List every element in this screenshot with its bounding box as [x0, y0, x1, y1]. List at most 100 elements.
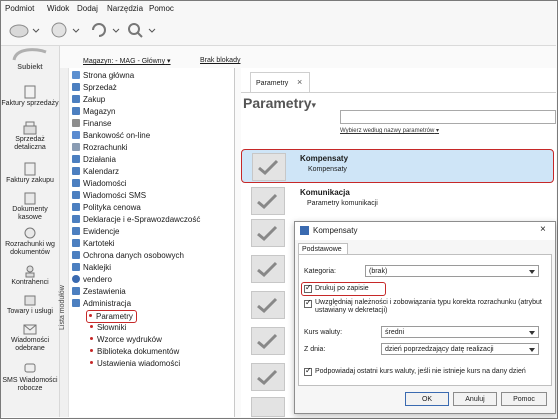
finance-icon: [72, 119, 80, 127]
kompensaty-icon: [252, 153, 286, 181]
save-button[interactable]: [47, 20, 81, 40]
sidebar-item-faktury-zakupu[interactable]: Faktury zakupu: [1, 162, 59, 185]
purchase-tree-icon: [72, 95, 80, 103]
menu-bar: Podmiot Widok Dodaj Narzędzia Pomoc: [1, 1, 556, 15]
rate-select[interactable]: średni: [381, 326, 539, 338]
chevron-down-icon: ▾: [436, 128, 440, 134]
tree-item-polityka-cenowa[interactable]: Polityka cenowa: [72, 202, 141, 213]
sms-icon: [23, 362, 37, 376]
param-card-komunikacja[interactable]: Komunikacja Parametry komunikacji: [241, 186, 554, 216]
tree-item-dzialania[interactable]: Działania: [72, 154, 116, 165]
sales-icon: [72, 83, 80, 91]
sidebar-item-rozrachunki[interactable]: Rozrachunki wg dokumentów: [1, 226, 59, 257]
sidebar-item-sprzedaz-detaliczna[interactable]: Sprzedaż detaliczna: [1, 121, 59, 152]
param-card-icon[interactable]: [251, 397, 285, 417]
tree-item-label: vendero: [83, 275, 112, 284]
sidebar-item-label: Towary i usługi: [7, 308, 53, 315]
category-value: (brak): [369, 268, 388, 275]
param-card-icon[interactable]: [251, 327, 285, 355]
tree-item-label: Zakup: [83, 95, 106, 104]
tree-subitem-ustawienia-wiadomosci[interactable]: Ustawienia wiadomości: [90, 358, 180, 369]
settlements-tree-icon: [72, 143, 80, 151]
tree-item-ewidencje[interactable]: Ewidencje: [72, 226, 119, 237]
tree-item-deklaracje[interactable]: Deklaracje i e-Sprawozdawczość: [72, 214, 200, 225]
tree-item-ochrona-danych[interactable]: Ochrona danych osobowych: [72, 250, 184, 261]
param-card-kompensaty[interactable]: Kompensaty Kompensaty: [241, 149, 554, 183]
toolbar: [1, 15, 556, 46]
tree-item-label: Finanse: [83, 119, 112, 128]
tree-item-sprzedaz[interactable]: Sprzedaż: [72, 82, 117, 93]
search-by-name-link[interactable]: Wybierz według nazwy parametrów ▾: [340, 127, 439, 134]
tree-item-naklejki[interactable]: Naklejki: [72, 262, 111, 273]
search-button[interactable]: [123, 20, 157, 40]
tree-item-label: Sprzedaż: [83, 83, 117, 92]
invoice-icon: [23, 85, 37, 99]
tree-subitem-label: Słowniki: [97, 323, 127, 332]
category-select[interactable]: (brak): [365, 265, 539, 277]
menu-pomoc[interactable]: Pomoc: [149, 4, 174, 13]
sidebar-item-dokumenty-kasowe[interactable]: Dokumenty kasowe: [1, 191, 59, 222]
tree-item-magazyn[interactable]: Magazyn: [72, 106, 115, 117]
tree-subitem-wzorce-wydrukow[interactable]: Wzorce wydruków: [90, 334, 162, 345]
param-card-icon[interactable]: [251, 291, 285, 319]
tree-item-finanse[interactable]: Finanse: [72, 118, 111, 129]
search-hint-text: Wybierz według nazwy parametrów: [340, 128, 435, 134]
tree-items: Strona główna Sprzedaż Zakup Magazyn Fin…: [60, 68, 234, 417]
chevron-down-icon[interactable]: ▾: [312, 100, 317, 110]
tree-item-strona-glowna[interactable]: Strona główna: [72, 70, 134, 81]
lock-status-link[interactable]: Brak blokady: [200, 57, 240, 64]
tree-subitem-biblioteka[interactable]: Biblioteka dokumentów: [90, 346, 179, 357]
search-input[interactable]: [340, 110, 556, 124]
refresh-button[interactable]: [87, 20, 121, 40]
close-icon[interactable]: ×: [297, 77, 302, 87]
tree-item-zestawienia[interactable]: Zestawienia: [72, 286, 126, 297]
sidebar-item-kontrahenci[interactable]: Kontrahenci: [1, 264, 59, 287]
ok-button[interactable]: OK: [405, 392, 449, 406]
sidebar-item-wiadomosci[interactable]: Wiadomości odebrane: [1, 322, 59, 353]
actions-icon: [72, 155, 80, 163]
sidebar-item-faktury-sprzedazy[interactable]: Faktury sprzedaży: [1, 85, 59, 108]
files-icon: [72, 239, 80, 247]
tree-item-bankowosc[interactable]: Bankowość on-line: [72, 130, 150, 141]
warehouse-icon: [72, 107, 80, 115]
contractors-icon: [23, 264, 37, 278]
sidebar-item-sms[interactable]: SMS Wiadomości robocze: [1, 362, 59, 393]
param-card-icon[interactable]: [251, 255, 285, 283]
subiekt-logo-icon: [12, 48, 47, 61]
tab-parametry[interactable]: Parametry ×: [250, 72, 310, 93]
tree-item-vendero[interactable]: vendero: [72, 274, 112, 285]
tree-item-kartoteki[interactable]: Kartoteki: [72, 238, 115, 249]
param-card-icon[interactable]: [251, 219, 285, 247]
menu-dodaj[interactable]: Dodaj: [77, 4, 98, 13]
menu-widok[interactable]: Widok: [47, 4, 69, 13]
close-icon[interactable]: ×: [540, 224, 546, 235]
sidebar-item-towary[interactable]: Towary i usługi: [1, 293, 59, 316]
tree-item-zakup[interactable]: Zakup: [72, 94, 105, 105]
from-day-select[interactable]: dzień poprzedzający datę realizacji: [381, 343, 539, 355]
print-on-save-checkbox[interactable]: [304, 283, 312, 293]
include-corrections-checkbox[interactable]: [304, 298, 312, 308]
tree-item-administracja[interactable]: Administracja: [72, 298, 131, 309]
cancel-button[interactable]: Anuluj: [453, 392, 497, 406]
param-card-icon[interactable]: [251, 363, 285, 391]
tree-item-label: Wiadomości SMS: [83, 191, 147, 200]
tree-subitem-slowniki[interactable]: Słowniki: [90, 322, 126, 333]
tree-item-rozrachunki[interactable]: Rozrachunki: [72, 142, 127, 153]
new-document-button[interactable]: [7, 20, 41, 40]
tree-item-wiadomosci-sms[interactable]: Wiadomości SMS: [72, 190, 146, 201]
tree-item-wiadomosci[interactable]: Wiadomości: [72, 178, 127, 189]
suggest-rate-checkbox[interactable]: [304, 366, 312, 376]
tree-item-kalendarz[interactable]: Kalendarz: [72, 166, 119, 177]
help-button[interactable]: Pomoc: [501, 392, 547, 406]
messages-icon: [72, 179, 80, 187]
admin-icon: [72, 299, 80, 307]
pricing-icon: [72, 203, 80, 211]
tree-item-label: Ewidencje: [83, 227, 120, 236]
page-title: Parametry▾: [243, 95, 316, 111]
include-corrections-label: Uwzględniaj należności i zobowiązania ty…: [315, 299, 542, 314]
rate-label: Kurs waluty:: [304, 329, 343, 336]
menu-narzedzia[interactable]: Narzędzia: [107, 4, 143, 13]
warehouse-selector[interactable]: Magazyn: - MAG - Główny ▾: [83, 57, 171, 65]
suggest-rate-label: Podpowiadaj ostatni kurs waluty, jeśli n…: [315, 368, 526, 375]
menu-podmiot[interactable]: Podmiot: [5, 4, 34, 13]
